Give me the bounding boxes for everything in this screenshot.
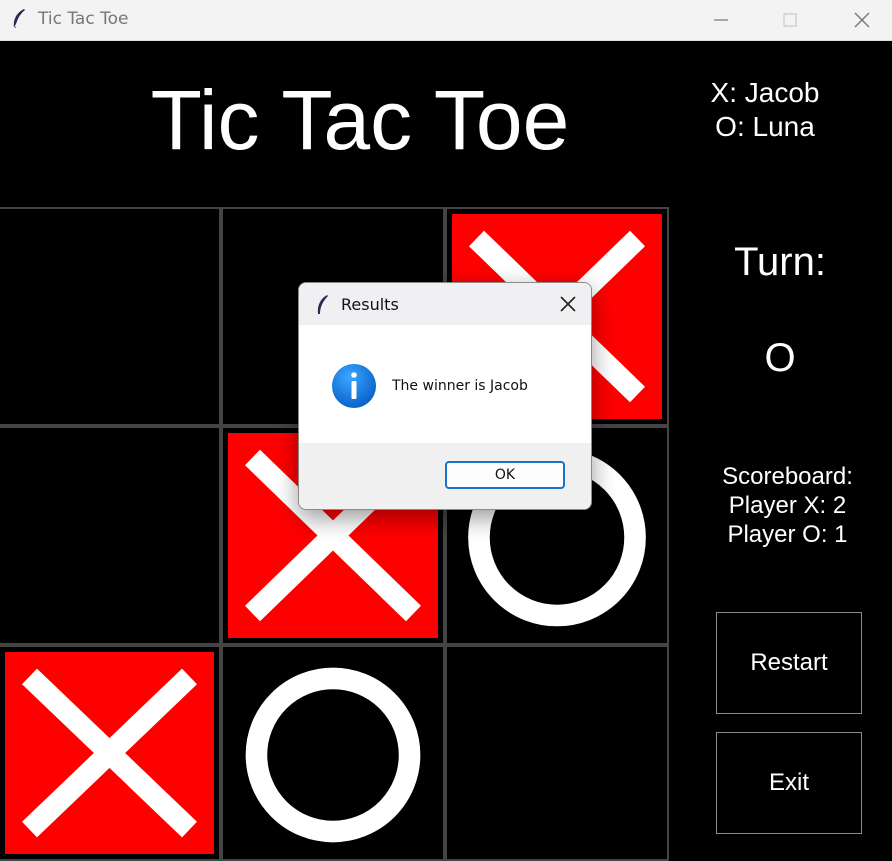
- dialog-title: Results: [341, 295, 399, 314]
- feather-icon: [317, 295, 328, 314]
- close-icon[interactable]: [559, 295, 577, 313]
- minimize-button[interactable]: [693, 0, 749, 40]
- scoreboard: Scoreboard: Player X: 2 Player O: 1: [690, 462, 885, 549]
- game-title: Tic Tac Toe: [150, 73, 570, 167]
- info-icon: [332, 364, 376, 408]
- board-cell-top-left[interactable]: [0, 207, 221, 426]
- score-player-o: Player O: 1: [727, 521, 848, 548]
- turn-value: O: [764, 336, 796, 380]
- maximize-icon: [783, 13, 797, 27]
- board-cell-middle-left[interactable]: [0, 426, 221, 645]
- board-cell-bottom-right[interactable]: [445, 645, 669, 861]
- scoreboard-heading: Scoreboard:: [722, 463, 853, 490]
- score-player-x: Player X: 2: [728, 492, 847, 519]
- ok-button[interactable]: OK: [445, 461, 565, 489]
- player-o-name: O: Luna: [715, 111, 815, 142]
- results-dialog: Results The winner is Jacob OK: [298, 282, 592, 510]
- dialog-footer: OK: [299, 443, 591, 509]
- window-title-bar: Tic Tac Toe: [0, 0, 892, 41]
- exit-button[interactable]: Exit: [716, 732, 862, 834]
- window-title: Tic Tac Toe: [38, 9, 129, 29]
- minimize-icon: [714, 19, 728, 21]
- dialog-title-bar: Results: [299, 283, 591, 325]
- x-mark-icon: [22, 668, 197, 838]
- o-mark-icon: [245, 667, 421, 843]
- close-icon: [854, 12, 870, 28]
- turn-label: Turn:: [734, 240, 826, 284]
- feather-icon: [13, 9, 25, 30]
- maximize-button[interactable]: [762, 0, 818, 40]
- board-cell-bottom-left[interactable]: [0, 645, 221, 861]
- dialog-message: The winner is Jacob: [392, 378, 528, 394]
- board-cell-bottom-center[interactable]: [221, 645, 445, 861]
- restart-button[interactable]: Restart: [716, 612, 862, 714]
- player-x-name: X: Jacob: [710, 77, 820, 108]
- close-window-button[interactable]: [834, 0, 890, 40]
- dialog-body: The winner is Jacob: [299, 325, 591, 443]
- player-names: X: Jacob O: Luna: [680, 76, 850, 144]
